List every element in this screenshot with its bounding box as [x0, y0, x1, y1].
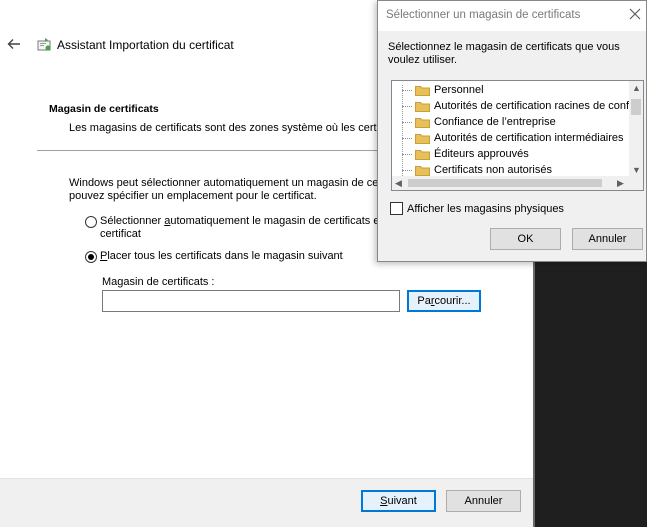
folder-icon — [415, 102, 430, 112]
wizard-title: Assistant Importation du certificat — [57, 38, 234, 52]
dialog-prompt: Sélectionnez le magasin de certificats q… — [388, 41, 620, 66]
dialog-titlebar[interactable]: Sélectionner un magasin de certificats — [378, 1, 646, 31]
scroll-down-icon[interactable]: ▼ — [632, 165, 641, 175]
browse-button[interactable]: Pa r courir... — [407, 290, 481, 312]
next-button[interactable]: Suivant — [361, 490, 436, 512]
ok-button[interactable]: OK — [490, 228, 561, 250]
list-item[interactable]: Éditeurs approuvés — [392, 146, 529, 162]
section-title: Magasin de certificats — [49, 103, 159, 115]
certificate-store-field[interactable] — [102, 290, 400, 312]
vertical-scrollbar[interactable]: ▲ ▼ — [629, 81, 643, 177]
select-store-dialog: Sélectionner un magasin de certificats S… — [377, 0, 647, 262]
back-arrow-icon[interactable] — [6, 36, 22, 52]
radio-auto-select[interactable]: Sélectionner automatiquement le magasin … — [85, 215, 386, 241]
folder-icon — [415, 118, 430, 128]
folder-icon — [415, 134, 430, 144]
folder-icon — [415, 86, 430, 96]
scroll-right-icon[interactable]: ▶ — [617, 178, 624, 188]
radio-auto-select-button[interactable] — [85, 216, 97, 228]
folder-icon — [415, 150, 430, 160]
show-physical-stores-checkbox[interactable] — [390, 202, 403, 215]
folder-icon — [415, 166, 430, 176]
close-icon[interactable] — [626, 5, 644, 23]
store-instructions: Windows peut sélectionner automatiquemen… — [69, 177, 388, 202]
list-item[interactable]: Personnel — [392, 82, 484, 98]
window-edge — [533, 262, 535, 527]
list-item[interactable]: Autorités de certification intermédiaire… — [392, 130, 624, 146]
horizontal-scrollbar[interactable]: ◀ ▶ — [392, 176, 643, 190]
list-item[interactable]: Confiance de l’entreprise — [392, 114, 556, 130]
section-description: Les magasins de certificats sont des zon… — [69, 122, 385, 134]
radio-place-in-store-button[interactable] — [85, 251, 97, 263]
vertical-scroll-thumb[interactable] — [631, 99, 641, 115]
store-field-label: Magasin de certificats : — [102, 276, 215, 288]
certificate-store-list[interactable]: Personnel Autorités de certification rac… — [391, 80, 644, 191]
radio-place-in-store[interactable]: Placer tous les certificats dans le maga… — [85, 250, 343, 263]
wizard-cancel-button[interactable]: Annuler — [446, 490, 521, 512]
scroll-left-icon[interactable]: ◀ — [395, 178, 402, 188]
dialog-cancel-button[interactable]: Annuler — [572, 228, 643, 250]
show-physical-stores[interactable]: Afficher les magasins physiques — [390, 202, 564, 215]
radio-auto-select-label: Sélectionner automatiquement le magasin … — [100, 215, 386, 240]
horizontal-scroll-thumb[interactable] — [408, 179, 602, 187]
certificate-wizard-icon — [37, 38, 51, 51]
dialog-title: Sélectionner un magasin de certificats — [386, 9, 581, 21]
show-physical-stores-label: Afficher les magasins physiques — [407, 202, 564, 215]
radio-place-in-store-label: Placer tous les certificats dans le maga… — [100, 250, 343, 262]
list-item[interactable]: Autorités de certification racines de co… — [392, 98, 629, 114]
scroll-up-icon[interactable]: ▲ — [632, 83, 641, 93]
